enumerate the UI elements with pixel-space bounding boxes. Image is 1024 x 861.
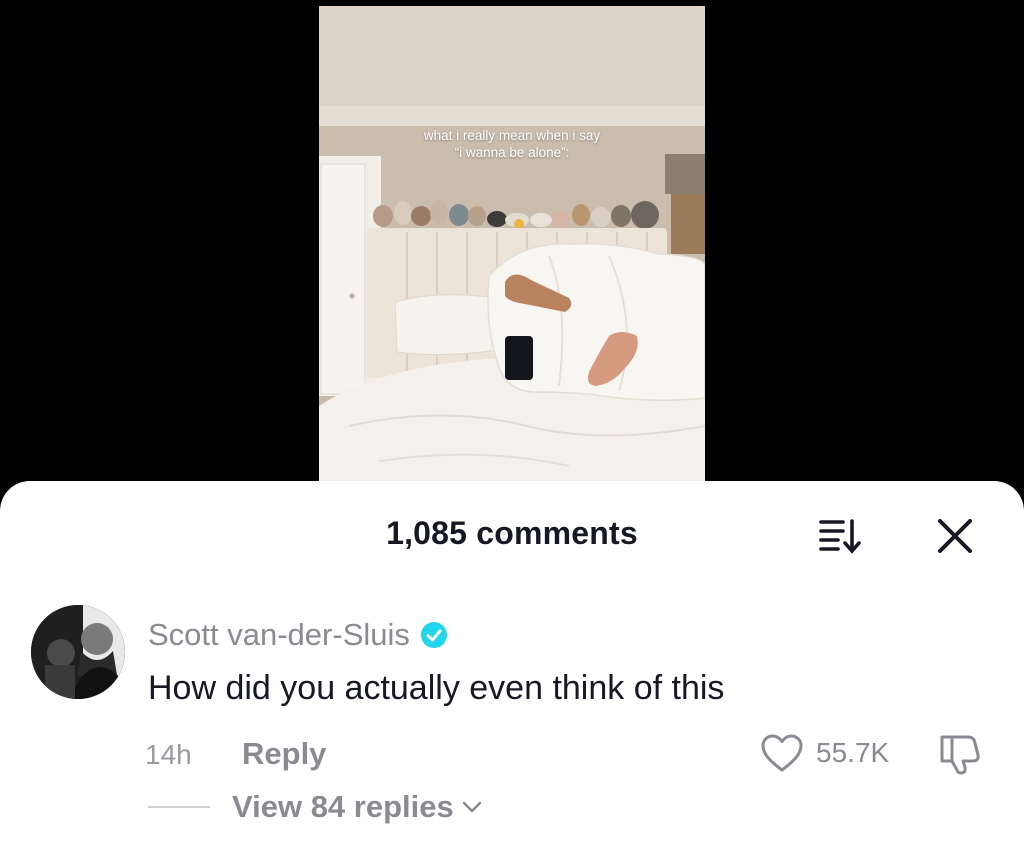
comment-text: How did you actually even think of this — [148, 669, 725, 707]
comments-sheet: 1,085 comments Scott van-der-Sluis How d… — [0, 481, 1024, 861]
like-count: 55.7K — [816, 737, 890, 768]
view-replies-button[interactable]: View 84 replies — [232, 789, 484, 825]
verified-badge-icon — [420, 622, 447, 648]
caption-line-2: “i wanna be alone”: — [454, 145, 570, 160]
like-button[interactable]: 55.7K — [760, 731, 889, 775]
heart-icon — [761, 734, 803, 772]
comment-actions: 14h Reply 55.7K — [0, 731, 1024, 775]
dislike-button[interactable] — [936, 733, 982, 775]
video-scene — [319, 6, 705, 481]
view-replies-label: View 84 replies — [232, 789, 454, 824]
caption-line-1: what i really mean when i say — [423, 128, 601, 143]
comments-count-title: 1,085 comments — [386, 515, 638, 551]
sort-button[interactable] — [818, 517, 864, 555]
avatar[interactable] — [31, 605, 125, 699]
close-button[interactable] — [934, 515, 976, 557]
video-caption: what i really mean when i say “i wanna b… — [319, 127, 705, 161]
author-row: Scott van-der-Sluis — [148, 615, 448, 655]
reply-button[interactable]: Reply — [242, 736, 326, 772]
author-name[interactable]: Scott van-der-Sluis — [148, 617, 410, 653]
chevron-down-icon — [462, 801, 482, 813]
video-player[interactable]: what i really mean when i say “i wanna b… — [0, 0, 1024, 500]
thumbs-down-icon — [940, 735, 980, 775]
comment-timestamp: 14h — [145, 739, 192, 770]
sort-icon — [819, 519, 861, 554]
video-frame[interactable]: what i really mean when i say “i wanna b… — [319, 6, 705, 481]
replies-divider — [148, 806, 210, 808]
close-icon — [938, 519, 972, 553]
view-replies-row: View 84 replies — [0, 785, 1024, 829]
